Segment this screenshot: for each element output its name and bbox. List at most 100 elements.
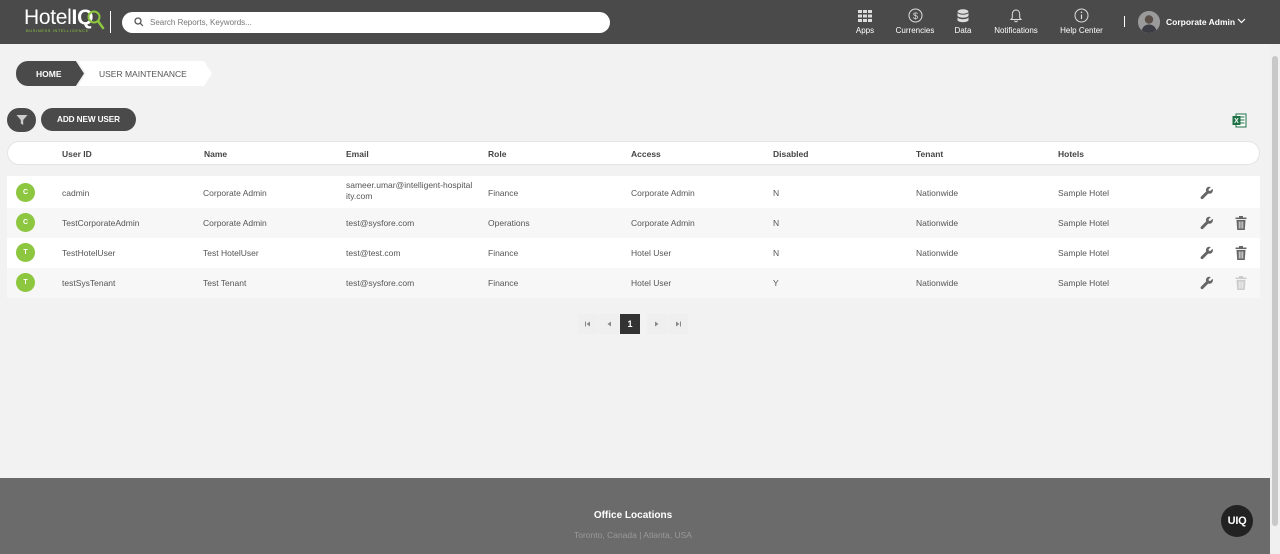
trash-delete-icon[interactable] [1235,216,1247,230]
wrench-edit-icon[interactable] [1200,216,1214,230]
nav-data-label: Data [954,26,972,35]
cell-access: Hotel User [631,248,672,258]
bell-icon [1010,8,1022,23]
column-header-email[interactable]: Email [346,149,369,159]
info-icon [1074,8,1089,23]
table-row[interactable]: C TestCorporateAdmin Corporate Admin tes… [7,208,1260,238]
add-new-user-button[interactable]: ADD NEW USER [41,108,136,131]
first-page-button[interactable] [578,314,598,334]
filter-button[interactable] [7,108,36,132]
cell-role: Finance [488,188,519,198]
nav-help-center[interactable]: Help Center [1059,8,1104,38]
cell-access: Corporate Admin [631,218,695,228]
cell-role: Finance [488,248,519,258]
cell-name: Corporate Admin [203,218,267,228]
page-number-current[interactable]: 1 [620,314,640,334]
column-header-name[interactable]: Name [204,149,227,159]
nav-currencies[interactable]: $ Currencies [894,8,936,38]
table-row[interactable]: T TestHotelUser Test HotelUser test@test… [7,238,1260,268]
hoteliq-logo[interactable]: HotelIQ BUSINESS INTELLIGENCE [24,7,106,35]
previous-page-icon [607,321,611,327]
cell-hotels: Sample Hotel [1058,218,1110,228]
cell-tenant: Nationwide [916,248,959,258]
cell-user-id: TestCorporateAdmin [62,218,140,228]
avatar[interactable] [1138,11,1160,33]
search-input[interactable] [150,15,590,30]
uiq-chat-button[interactable]: UIQ [1221,505,1253,537]
user-photo-icon [1138,11,1160,33]
cell-tenant: Nationwide [916,188,959,198]
first-page-icon [585,321,590,327]
column-header-tenant[interactable]: Tenant [916,149,943,159]
svg-text:$: $ [912,11,917,21]
user-menu-name[interactable]: Corporate Admin [1166,17,1235,27]
apps-grid-icon [858,8,872,23]
cell-access: Hotel User [631,278,672,288]
trash-delete-icon[interactable] [1235,246,1247,260]
cell-tenant: Nationwide [916,218,959,228]
next-page-icon [655,321,659,327]
search-icon [134,17,144,27]
svg-text:X: X [1234,118,1239,125]
cell-email: test@test.com [346,248,401,258]
page-footer: Office Locations Toronto, Canada | Atlan… [0,478,1280,554]
previous-page-button[interactable] [599,314,619,334]
column-header-access[interactable]: Access [631,149,661,159]
nav-data[interactable]: Data [952,8,974,38]
dollar-icon: $ [908,8,923,23]
table-row[interactable]: C cadmin Corporate Admin sameer.umar@int… [7,176,1260,208]
cell-role: Operations [488,218,530,228]
cell-disabled: Y [773,278,779,288]
table-header: User ID Name Email Role Access Disabled … [7,141,1260,165]
nav-help-center-label: Help Center [1060,26,1103,35]
column-header-hotels[interactable]: Hotels [1058,149,1084,159]
cell-email: test@sysfore.com [346,278,415,288]
wrench-edit-icon[interactable] [1200,276,1214,290]
logo-subtitle: BUSINESS INTELLIGENCE [26,28,89,33]
cell-name: Test HotelUser [203,248,259,258]
nav-apps[interactable]: Apps [852,8,878,38]
last-page-icon [676,321,681,327]
breadcrumb-current: USER MAINTENANCE [78,61,212,86]
magnifier-logo-icon [87,10,105,30]
user-initial-badge: T [16,273,35,292]
user-divider [1124,16,1125,27]
cell-hotels: Sample Hotel [1058,188,1110,198]
footer-title: Office Locations [593,510,673,521]
cell-role: Finance [488,278,519,288]
logo-text: Hotel [24,6,72,29]
nav-notifications-label: Notifications [994,26,1038,35]
wrench-edit-icon[interactable] [1200,246,1214,260]
cell-hotels: Sample Hotel [1058,248,1110,258]
excel-export-icon[interactable]: X [1232,113,1247,128]
cell-name: Corporate Admin [203,188,267,198]
cell-user-id: cadmin [62,188,90,198]
cell-disabled: N [773,218,780,228]
cell-tenant: Nationwide [916,278,959,288]
nav-apps-label: Apps [855,26,875,35]
page-scrollbar[interactable] [1270,44,1280,554]
cell-user-id: TestHotelUser [62,248,116,258]
cell-email: test@sysfore.com [346,218,415,228]
column-header-user-id[interactable]: User ID [62,149,92,159]
table-row[interactable]: T testSysTenant Test Tenant test@sysfore… [7,268,1260,298]
cell-disabled: N [773,248,780,258]
next-page-button[interactable] [647,314,667,334]
wrench-edit-icon[interactable] [1200,186,1214,200]
chevron-down-icon[interactable] [1237,17,1246,25]
last-page-button[interactable] [668,314,688,334]
cell-disabled: N [773,188,780,198]
footer-locations: Toronto, Canada | Atlanta, USA [574,530,692,540]
scrollbar-thumb[interactable] [1272,56,1278,526]
user-initial-badge: C [16,213,35,232]
column-header-role[interactable]: Role [488,149,506,159]
cell-user-id: testSysTenant [62,278,116,288]
column-header-disabled[interactable]: Disabled [773,149,808,159]
filter-icon [16,115,27,125]
trash-delete-icon-disabled [1235,276,1247,290]
nav-notifications[interactable]: Notifications [991,8,1041,38]
breadcrumb-home[interactable]: HOME [16,61,84,86]
header-divider [110,11,111,33]
database-icon [957,8,969,23]
search-bar[interactable] [122,12,610,33]
